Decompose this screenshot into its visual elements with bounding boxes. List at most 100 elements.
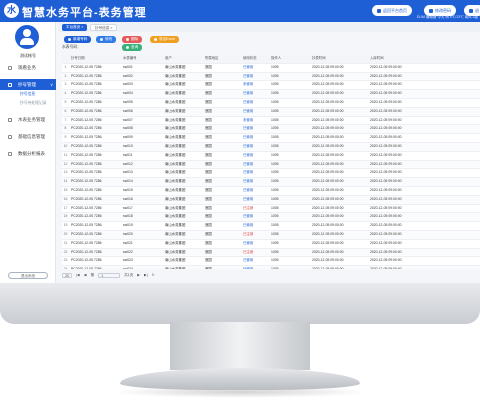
sidebar-item-reports[interactable]: 数据分析报表 xyxy=(0,148,56,159)
table-row[interactable]: 2 PC2020-12-05 7286 sw002 南山水务集团 莲园 已使用 1005 20… xyxy=(62,72,480,82)
page-input[interactable]: 1 xyxy=(98,272,121,278)
sidebar-item-base-info[interactable]: 基础信息管理 xyxy=(0,131,56,142)
row-index: 7 xyxy=(62,116,69,126)
trash-icon xyxy=(126,37,129,41)
pagination: 20 |◀ ◀ 第 1 共1页 ▶ ▶| ↻ xyxy=(62,271,480,279)
cell-user: 南山水务集团 xyxy=(163,151,203,161)
table-row[interactable]: 9 PC2020-12-05 7286 sw009 南山水务集团 莲园 已使用 1005 20… xyxy=(62,133,480,143)
cell-store-time: 2020-12-05 09:00:00 xyxy=(368,107,480,117)
table-row[interactable]: 16 PC2020-12-05 7286 sw016 南山水务集团 莲园 已使用 1005 2… xyxy=(62,195,480,205)
edit-button[interactable]: 修改 xyxy=(96,36,117,43)
col-store-time[interactable]: 入库时间 xyxy=(368,55,480,64)
delete-button[interactable]: 删除 xyxy=(122,36,143,43)
cell-meter-id: sw007 xyxy=(121,116,163,126)
cell-meter-id: sw003 xyxy=(121,80,163,91)
sidebar-subitem-meter-info[interactable]: 抄号信息 xyxy=(0,90,56,99)
add-number-button[interactable]: 新增号码 xyxy=(64,36,92,43)
user-avatar-icon xyxy=(15,25,39,49)
cell-store-time: 2020-12-05 09:00:00 xyxy=(368,63,480,73)
cell-status: 已使用 xyxy=(241,133,269,143)
table-row[interactable]: 6 PC2020-12-05 7286 sw006 南山水务集团 莲园 已使用 1005 20… xyxy=(62,107,480,117)
cell-operator: 1005 xyxy=(269,142,310,152)
logout-button[interactable]: 退出系统 xyxy=(8,272,48,279)
sidebar-subitem-pending[interactable]: 抄号待处理记录 xyxy=(0,99,56,108)
table-row[interactable]: 3 PC2020-12-05 7286 sw003 南山水务集团 莲园 未使用 1005 20… xyxy=(62,80,480,91)
table-row[interactable]: 24PC2020-12-05 7286sw024南山水务集团莲园已使用10052… xyxy=(62,265,480,269)
table-row[interactable]: 14 PC2020-12-05 7286 sw014 南山水务集团 莲园 已使用 1005 2… xyxy=(62,177,480,187)
cell-date: PC2020-12-05 7286 xyxy=(69,80,121,91)
cell-date: PC2020-12-05 7286 xyxy=(69,177,121,187)
refresh-icon[interactable]: ↻ xyxy=(152,273,155,277)
table-row[interactable]: 11 PC2020-12-05 7286 sw011 南山水务集团 莲园 已使用 1005 2… xyxy=(62,151,480,161)
row-index: 15 xyxy=(62,186,69,196)
table-row[interactable]: 20 PC2020-12-05 7286 sw020 南山水务集团 莲园 已注销 1005 2… xyxy=(62,230,480,240)
cell-meter-id: sw013 xyxy=(121,168,163,179)
table-row[interactable]: 18 PC2020-12-05 7286 sw018 南山水务集团 莲园 已使用 1005 2… xyxy=(62,212,480,223)
export-icon xyxy=(154,37,157,41)
search-icon xyxy=(126,45,129,49)
cell-region: 莲园 xyxy=(203,230,241,240)
cell-store-time: 2020-12-05 09:00:00 xyxy=(368,221,480,231)
cell-store-time: 2020-12-05 09:00:00 xyxy=(368,186,480,196)
table-row[interactable]: 22 PC2020-12-05 7286 sw022 南山水务集团 莲园 已注销 1005 2… xyxy=(62,248,480,258)
cell-read-time: 2020-12-05 09:00:00 xyxy=(310,116,368,126)
sidebar-item-meter-number[interactable]: 抄号管理 ∨ xyxy=(0,79,56,90)
table-row[interactable]: 8 PC2020-12-05 7286 sw008 南山水务集团 莲园 已使用 1005 20… xyxy=(62,124,480,135)
monitor-stand-base xyxy=(120,368,360,390)
col-read-time[interactable]: 抄表时间 xyxy=(310,55,368,64)
col-user[interactable]: 用户 xyxy=(163,55,203,64)
col-region[interactable]: 所属地区 xyxy=(203,55,241,64)
cell-store-time: 2020-12-05 09:00:00 xyxy=(368,230,480,240)
export-excel-button[interactable]: 导出Excel xyxy=(150,36,179,43)
cell-store-time: 2020-12-05 09:00:00 xyxy=(368,177,480,187)
table-row[interactable]: 15 PC2020-12-05 7286 sw015 南山水务集团 莲园 已使用 1005 2… xyxy=(62,186,480,196)
table-row[interactable]: 21 PC2020-12-05 7286 sw021 南山水务集团 莲园 已使用 1005 2… xyxy=(62,239,480,249)
cell-date: PC2020-12-05 7286 xyxy=(69,133,121,143)
table-row[interactable]: 4 PC2020-12-05 7286 sw004 南山水务集团 莲园 已使用 1005 20… xyxy=(62,89,480,99)
cell-status: 已使用 xyxy=(241,186,269,196)
sidebar-item-meter-business[interactable]: 水表业务管理 xyxy=(0,114,56,125)
table-row[interactable]: 19 PC2020-12-05 7286 sw019 南山水务集团 莲园 已使用 1005 2… xyxy=(62,221,480,231)
next-page-button[interactable]: ▶ xyxy=(137,273,140,277)
table-row[interactable]: 23 PC2020-12-05 7286 sw023 南山水务集团 莲园 已使用 1005 2… xyxy=(62,256,480,267)
cell-date: PC2020-12-05 7286 xyxy=(69,116,121,126)
last-page-button[interactable]: ▶| xyxy=(144,273,148,277)
col-operator[interactable]: 操作人 xyxy=(269,55,310,64)
cell-operator: 1005 xyxy=(269,230,310,240)
cell-store-time: 2020-12-05 09:00:00 xyxy=(368,212,480,223)
cell-operator: 1005 xyxy=(269,186,310,196)
tab-meter-info[interactable]: 抄号信息 × xyxy=(90,24,118,31)
col-date[interactable]: 抄号日期 xyxy=(69,55,121,64)
home-button[interactable]: 返回平台首页 xyxy=(372,5,412,16)
first-page-button[interactable]: |◀ xyxy=(76,273,80,277)
cell-date: PC2020-12-05 7286 xyxy=(69,186,121,196)
cell-status: 已使用 xyxy=(241,239,269,249)
table-row[interactable]: 17 PC2020-12-05 7286 sw017 南山水务集团 莲园 已注销 1005 2… xyxy=(62,204,480,214)
table-row[interactable]: 12 PC2020-12-05 7286 sw012 南山水务集团 莲园 已使用 1005 2… xyxy=(62,160,480,170)
search-button[interactable]: 查询 xyxy=(122,44,143,51)
row-index: 13 xyxy=(62,168,69,179)
cell-status: 已使用 xyxy=(241,265,269,269)
cell-meter-id: sw023 xyxy=(121,256,163,267)
cell-read-time: 2020-12-05 09:00:00 xyxy=(310,265,368,269)
table-row[interactable]: 1 PC2020-12-05 7286 sw001 南山水务集团 莲园 已使用 1005 20… xyxy=(62,63,480,73)
table-row[interactable]: 10 PC2020-12-05 7286 sw010 南山水务集团 莲园 已使用 1005 2… xyxy=(62,142,480,152)
lock-icon xyxy=(429,8,433,13)
row-index: 11 xyxy=(62,151,69,161)
cell-date: PC2020-12-05 7286 xyxy=(69,221,121,231)
cell-meter-id: sw016 xyxy=(121,195,163,205)
table-row[interactable]: 13 PC2020-12-05 7286 sw013 南山水务集团 莲园 已使用 1005 2… xyxy=(62,168,480,179)
cell-user: 南山水务集团 xyxy=(163,63,203,73)
tab-home[interactable]: 平台首页 × xyxy=(62,24,88,31)
sidebar-item-business[interactable]: 观看业务 xyxy=(0,62,56,73)
cell-operator: 1005 xyxy=(269,72,310,82)
col-status[interactable]: 使用状态 xyxy=(241,55,269,64)
cell-date: PC2020-12-05 7286 xyxy=(69,239,121,249)
table-row[interactable]: 7 PC2020-12-05 7286 sw007 南山水务集团 莲园 未使用 1005 20… xyxy=(62,116,480,126)
cell-read-time: 2020-12-05 09:00:00 xyxy=(310,177,368,187)
prev-page-button[interactable]: ◀ xyxy=(84,273,87,277)
page-size-select[interactable]: 20 xyxy=(62,272,72,278)
col-meter-id[interactable]: 水表编号 xyxy=(121,55,163,64)
row-index: 17 xyxy=(62,204,69,214)
table-row[interactable]: 5 PC2020-12-05 7286 sw005 南山水务集团 莲园 已使用 1005 20… xyxy=(62,98,480,108)
